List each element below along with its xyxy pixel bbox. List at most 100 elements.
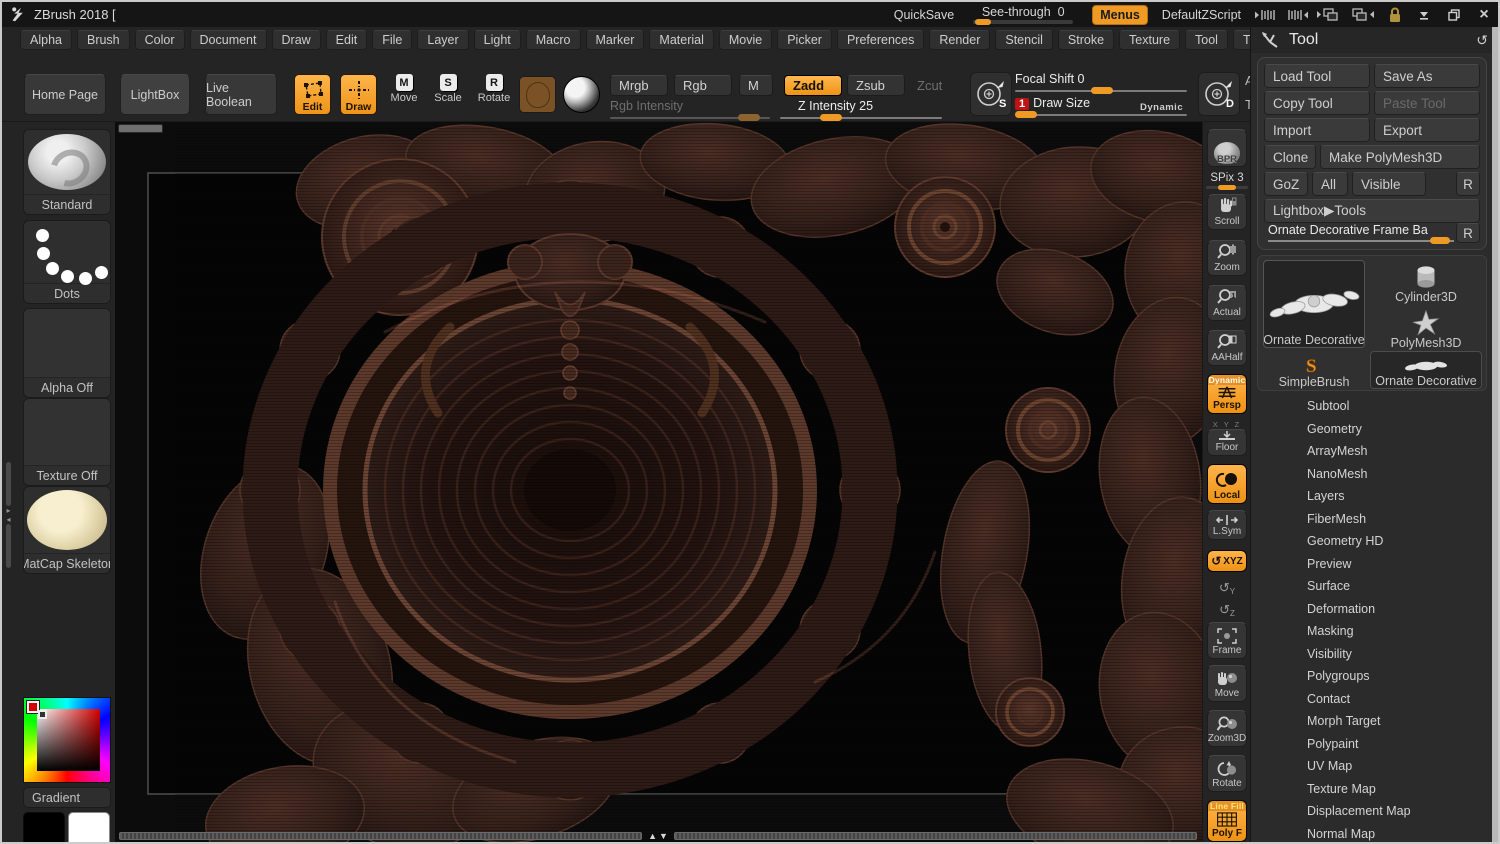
- active-tool-slider[interactable]: Ornate Decorative Frame Ba: [1268, 223, 1454, 244]
- section-nanomesh[interactable]: NanoMesh: [1251, 463, 1498, 486]
- goz-all-button[interactable]: All: [1312, 172, 1348, 196]
- simplebrush-tool[interactable]: S SimpleBrush: [1263, 351, 1365, 389]
- goz-button[interactable]: GoZ: [1264, 172, 1308, 196]
- section-morph-target[interactable]: Morph Target: [1251, 710, 1498, 733]
- section-masking[interactable]: Masking: [1251, 620, 1498, 643]
- canvas-top-scrollbar[interactable]: [118, 124, 163, 133]
- menu-item-draw[interactable]: Draw: [271, 30, 321, 50]
- menu-item-brush[interactable]: Brush: [76, 30, 130, 50]
- lock-icon[interactable]: [1388, 7, 1402, 23]
- tray-scroll-track2[interactable]: [6, 524, 11, 568]
- zoom3d-button[interactable]: Zoom3D: [1207, 710, 1247, 747]
- document-canvas[interactable]: ▲ ▼: [115, 122, 1202, 842]
- rgb-intensity-handle[interactable]: [738, 114, 760, 121]
- prev-window-icon[interactable]: [1317, 7, 1341, 22]
- goz-visible-button[interactable]: Visible: [1352, 172, 1426, 196]
- see-through-slider[interactable]: See-through 0: [968, 5, 1078, 25]
- xyz-button[interactable]: ↺ XYZ: [1207, 550, 1247, 572]
- curve-mode-button[interactable]: D: [1198, 72, 1240, 116]
- see-through-handle[interactable]: [975, 19, 992, 25]
- mrgb-button[interactable]: Mrgb: [610, 75, 668, 96]
- color-picker[interactable]: [23, 697, 111, 783]
- actual-button[interactable]: 1 Actual: [1207, 285, 1247, 321]
- section-normal-map[interactable]: Normal Map: [1251, 823, 1498, 843]
- section-geometry[interactable]: Geometry: [1251, 418, 1498, 441]
- save-as-button[interactable]: Save As: [1374, 64, 1480, 88]
- default-zscript-button[interactable]: DefaultZScript: [1162, 8, 1241, 22]
- local-button[interactable]: Local: [1207, 464, 1247, 504]
- tray-expand-icon[interactable]: ▸: [6, 506, 10, 515]
- draw-button[interactable]: Draw: [340, 74, 377, 115]
- section-polygroups[interactable]: Polygroups: [1251, 665, 1498, 688]
- ornate-small-tool[interactable]: Ornate Decorative: [1370, 351, 1482, 389]
- frame-button[interactable]: Frame: [1207, 622, 1247, 659]
- current-texture-thumbnail[interactable]: Texture Off: [23, 398, 111, 486]
- menu-item-preferences[interactable]: Preferences: [836, 30, 925, 50]
- rgb-button[interactable]: Rgb: [674, 75, 732, 96]
- menu-item-document[interactable]: Document: [189, 30, 267, 50]
- section-fibermesh[interactable]: FiberMesh: [1251, 508, 1498, 531]
- slider-r-button[interactable]: R: [1456, 223, 1480, 243]
- m-button[interactable]: M: [739, 75, 773, 96]
- zcut-button[interactable]: Zcut: [908, 75, 948, 96]
- scroll-button[interactable]: Scroll: [1207, 194, 1247, 230]
- section-arraymesh[interactable]: ArrayMesh: [1251, 440, 1498, 463]
- spix-handle[interactable]: [1218, 185, 1236, 190]
- stroke-picker-button[interactable]: S: [970, 72, 1012, 116]
- aahalf-button[interactable]: AAHalf: [1207, 330, 1247, 366]
- current-alpha-thumbnail[interactable]: Alpha Off: [23, 308, 111, 398]
- current-brush-swatch[interactable]: [519, 76, 556, 113]
- focal-shift-handle[interactable]: [1091, 87, 1113, 94]
- spix-slider[interactable]: SPix 3: [1205, 172, 1249, 190]
- rotate-z-button[interactable]: ↺Z: [1203, 602, 1251, 618]
- polyframe-button[interactable]: Line Fill Poly F: [1207, 800, 1247, 842]
- section-deformation[interactable]: Deformation: [1251, 598, 1498, 621]
- current-material-thumbnail[interactable]: MatCap Skeleton: [23, 486, 111, 574]
- polymesh3d-tool[interactable]: PolyMesh3D: [1370, 306, 1482, 350]
- next-window-icon[interactable]: [1350, 7, 1374, 22]
- edit-button[interactable]: Edit: [294, 74, 331, 115]
- right-tray-divider-icon[interactable]: [1286, 8, 1308, 22]
- menu-item-color[interactable]: Color: [134, 30, 185, 50]
- section-uv-map[interactable]: UV Map: [1251, 755, 1498, 778]
- panel-reset-icon[interactable]: ↺: [1476, 32, 1488, 49]
- main-color-swatch[interactable]: [23, 812, 65, 842]
- lightbox-button[interactable]: LightBox: [120, 74, 190, 115]
- zsub-button[interactable]: Zsub: [847, 75, 905, 96]
- section-visibility[interactable]: Visibility: [1251, 643, 1498, 666]
- lsym-button[interactable]: L.Sym: [1207, 510, 1247, 540]
- rotate-3d-button[interactable]: Rotate: [1207, 755, 1247, 792]
- bottom-divider-track-left[interactable]: [119, 832, 643, 840]
- floor-axis-toggles[interactable]: X Y Z: [1203, 420, 1251, 429]
- current-material-sphere[interactable]: [563, 76, 600, 113]
- copy-tool-button[interactable]: Copy Tool: [1264, 91, 1370, 115]
- z-intensity-slider[interactable]: Z Intensity 25: [780, 97, 942, 121]
- menus-button[interactable]: Menus: [1092, 4, 1148, 25]
- menu-item-tool[interactable]: Tool: [1185, 30, 1228, 50]
- menu-item-stencil[interactable]: Stencil: [995, 30, 1053, 50]
- menu-item-picker[interactable]: Picker: [777, 30, 832, 50]
- focal-shift-slider[interactable]: Focal Shift 0: [1015, 70, 1187, 94]
- left-tray-divider-icon[interactable]: [1255, 8, 1277, 22]
- bpr-button[interactable]: BPR: [1207, 129, 1247, 167]
- section-surface[interactable]: Surface: [1251, 575, 1498, 598]
- floor-button[interactable]: Floor: [1207, 429, 1247, 456]
- menu-item-material[interactable]: Material: [649, 30, 714, 50]
- restore-button[interactable]: [1446, 7, 1462, 23]
- minimize-button[interactable]: [1416, 7, 1432, 23]
- tray-scrollbar[interactable]: ▸ ◂: [4, 462, 13, 592]
- tray-scroll-track[interactable]: [6, 462, 11, 506]
- section-texture-map[interactable]: Texture Map: [1251, 778, 1498, 801]
- close-button[interactable]: ×: [1476, 6, 1492, 23]
- tray-collapse-icon[interactable]: ◂: [6, 515, 10, 524]
- persp-button[interactable]: Dynamic Persp: [1207, 374, 1247, 414]
- menu-item-edit[interactable]: Edit: [325, 30, 368, 50]
- selected-tool-thumbnail[interactable]: Ornate Decorative: [1263, 260, 1365, 348]
- menu-item-stroke[interactable]: Stroke: [1057, 30, 1115, 50]
- export-button[interactable]: Export: [1374, 118, 1480, 142]
- current-brush-thumbnail[interactable]: Standard: [23, 129, 111, 215]
- gradient-button[interactable]: Gradient: [23, 787, 111, 808]
- rgb-intensity-slider[interactable]: Rgb Intensity: [610, 97, 770, 121]
- draw-size-handle[interactable]: [1015, 111, 1037, 118]
- section-displacement-map[interactable]: Displacement Map: [1251, 800, 1498, 823]
